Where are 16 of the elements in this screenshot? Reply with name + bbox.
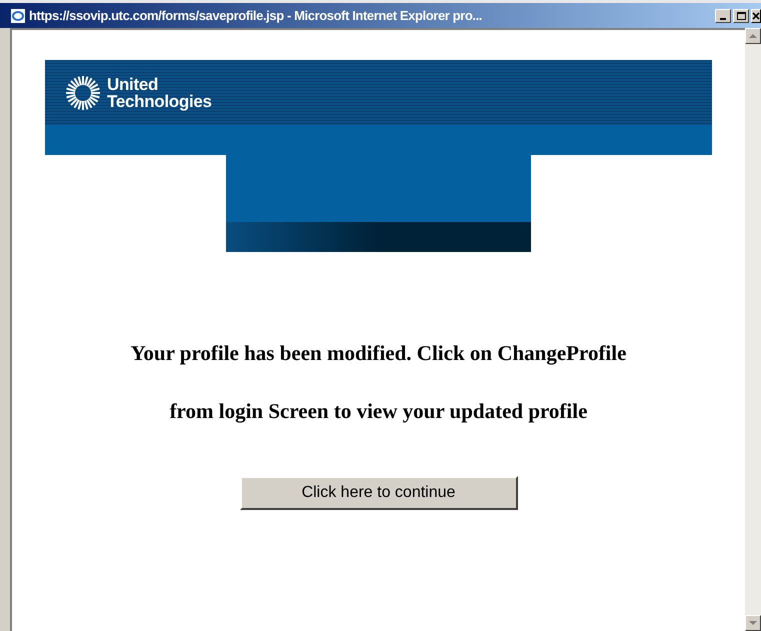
continue-button[interactable]: Click here to continue xyxy=(240,476,518,510)
scroll-up-icon xyxy=(749,34,757,38)
scrollbar[interactable] xyxy=(745,28,761,631)
close-icon xyxy=(752,12,760,20)
message-text: from login Screen to view your updated profile xyxy=(170,398,588,424)
minimize-icon xyxy=(720,18,726,20)
browser-icon xyxy=(10,8,26,24)
logo-icon xyxy=(65,74,101,110)
close-button[interactable] xyxy=(751,8,761,22)
maximize-button[interactable] xyxy=(733,8,749,22)
window-title: https://ssovip.utc.com/forms/saveprofile.jsp - Microsoft Internet Explorer pro... xyxy=(29,6,482,25)
logo-text: United Technologies xyxy=(107,76,212,110)
scroll-down-icon xyxy=(749,621,757,625)
message-text: Your profile has been modified. Click on ChangeProfile xyxy=(130,340,626,366)
maximize-icon xyxy=(736,12,746,20)
minimize-button[interactable] xyxy=(715,8,731,22)
